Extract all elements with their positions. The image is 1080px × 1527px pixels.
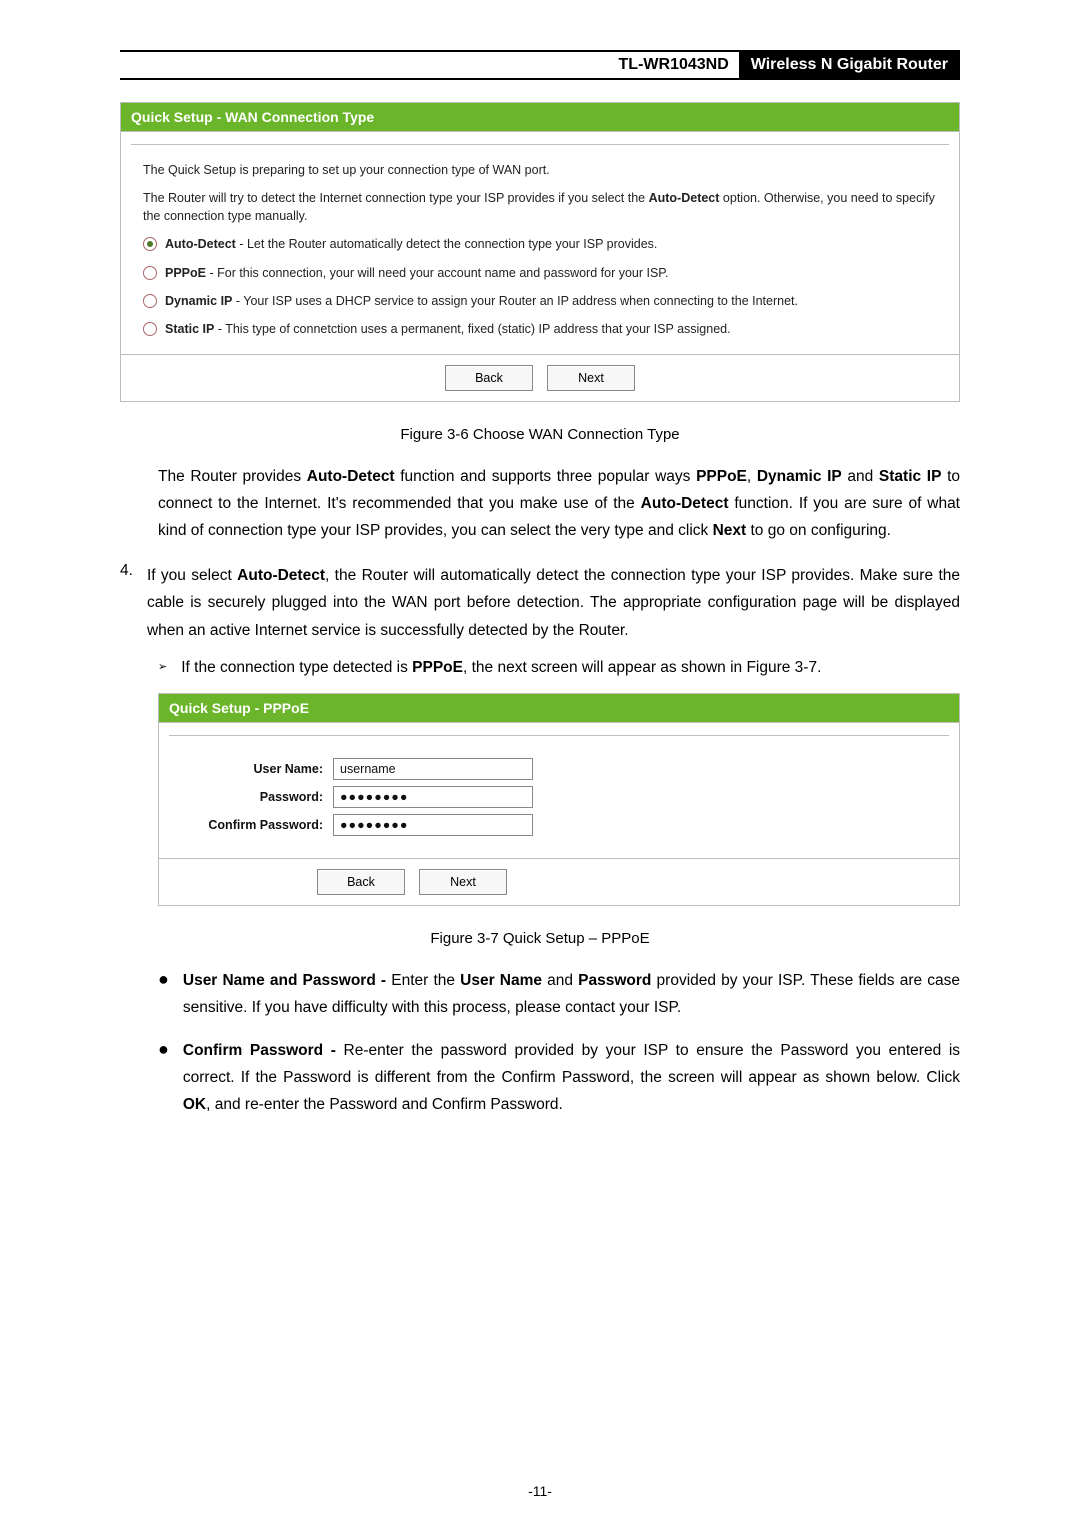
username-input[interactable]: username	[333, 758, 533, 780]
radio-icon[interactable]	[143, 237, 157, 251]
wan-option-auto-detect[interactable]: Auto-Detect - Let the Router automatical…	[143, 235, 937, 253]
bullet-username-password: ● User Name and Password - Enter the Use…	[158, 967, 960, 1021]
figure-3-6-panel: Quick Setup - WAN Connection Type The Qu…	[120, 102, 960, 402]
radio-icon[interactable]	[143, 266, 157, 280]
back-button[interactable]: Back	[317, 869, 405, 895]
panel-title: Quick Setup - WAN Connection Type	[121, 103, 959, 132]
figure-3-6-caption: Figure 3-6 Choose WAN Connection Type	[120, 426, 960, 443]
figure-3-7-caption: Figure 3-7 Quick Setup – PPPoE	[120, 930, 960, 947]
panel-title: Quick Setup - PPPoE	[159, 694, 959, 723]
radio-icon[interactable]	[143, 322, 157, 336]
product-label: Wireless N Gigabit Router	[739, 52, 960, 78]
bullet-confirm-password: ● Confirm Password - Re-enter the passwo…	[158, 1037, 960, 1118]
confirm-password-input[interactable]: ●●●●●●●●	[333, 814, 533, 836]
wan-option-pppoe[interactable]: PPPoE - For this connection, your will n…	[143, 264, 937, 282]
username-label: User Name:	[175, 762, 333, 776]
wan-intro-line2: The Router will try to detect the Intern…	[143, 189, 937, 225]
wan-intro-line1: The Quick Setup is preparing to set up y…	[143, 161, 937, 179]
next-button[interactable]: Next	[547, 365, 635, 391]
doc-header: TL-WR1043ND Wireless N Gigabit Router	[120, 52, 960, 80]
list-item-4: 4. If you select Auto-Detect, the Router…	[120, 562, 960, 643]
list-number: 4.	[120, 562, 133, 643]
triangle-bullet-icon: ➢	[158, 660, 167, 681]
disc-bullet-icon: ●	[158, 1040, 169, 1118]
radio-icon[interactable]	[143, 294, 157, 308]
figure-3-7-panel: Quick Setup - PPPoE User Name: username …	[158, 693, 960, 906]
password-label: Password:	[175, 790, 333, 804]
paragraph-auto-detect-info: The Router provides Auto-Detect function…	[158, 463, 960, 544]
page-number: -11-	[0, 1483, 1080, 1499]
disc-bullet-icon: ●	[158, 970, 169, 1021]
model-label: TL-WR1043ND	[609, 52, 739, 78]
next-button[interactable]: Next	[419, 869, 507, 895]
confirm-password-label: Confirm Password:	[175, 818, 333, 832]
password-input[interactable]: ●●●●●●●●	[333, 786, 533, 808]
sublist-pppoe: ➢ If the connection type detected is PPP…	[158, 654, 960, 681]
wan-option-static-ip[interactable]: Static IP - This type of connetction use…	[143, 320, 937, 338]
wan-option-dynamic-ip[interactable]: Dynamic IP - Your ISP uses a DHCP servic…	[143, 292, 937, 310]
back-button[interactable]: Back	[445, 365, 533, 391]
